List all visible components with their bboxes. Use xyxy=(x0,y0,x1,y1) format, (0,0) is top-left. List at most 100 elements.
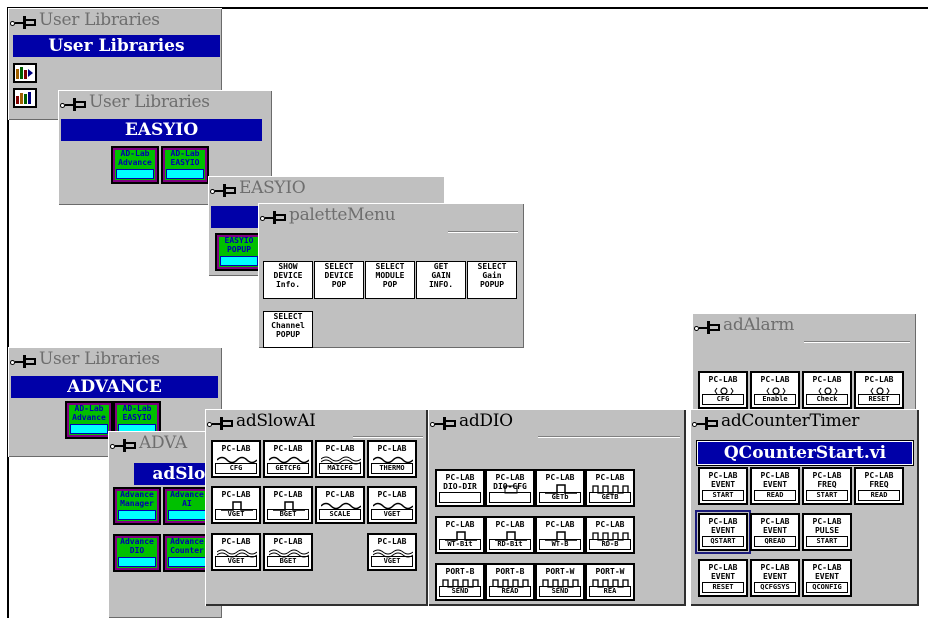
dio-button-6[interactable]: PC-LAB RD-Bit xyxy=(485,516,535,554)
dio-button-1[interactable]: PC-LAB DIO-DIR xyxy=(435,469,485,507)
slow-ai-button-10[interactable]: PC-LAB BGET xyxy=(263,533,313,571)
palette-menu-window[interactable]: paletteMenu SHOW DEVICE Info. SELECT DEV… xyxy=(258,203,524,348)
button-top-label: PC-LAB xyxy=(760,563,790,572)
button-sub-label: EVENT xyxy=(710,572,736,581)
title-bar[interactable]: paletteMenu xyxy=(258,203,524,229)
counter-timer-button-9[interactable]: PC-LAB EVENT QCFGSYS xyxy=(750,559,800,597)
pin-icon[interactable] xyxy=(61,96,87,111)
dio-button-9[interactable]: PORT-B SEND xyxy=(435,563,485,601)
title-bar[interactable]: User Libraries xyxy=(8,347,222,373)
button-bottom-label: START xyxy=(702,490,744,501)
counter-timer-button-1[interactable]: PC-LAB EVENT START xyxy=(698,467,748,505)
alarm-button-2[interactable]: PC-LAB Enable xyxy=(750,371,800,409)
slow-ai-button-11[interactable]: PC-LAB VGET xyxy=(367,533,417,571)
pin-icon[interactable] xyxy=(211,182,237,197)
library-books-icon-2[interactable] xyxy=(13,88,37,108)
pin-icon[interactable] xyxy=(261,209,287,224)
pin-icon[interactable] xyxy=(208,415,234,430)
title-bar[interactable]: User Libraries xyxy=(58,90,272,116)
button-top-label: PC-LAB xyxy=(377,537,407,546)
counter-timer-button-3[interactable]: PC-LAB FREQ START xyxy=(802,467,852,505)
advance-counter-button[interactable]: Advance Counter xyxy=(163,534,211,572)
advance-dio-button[interactable]: Advance DIO xyxy=(113,534,161,572)
get-gain-info-button[interactable]: GET GAIN INFO. xyxy=(416,261,466,299)
title-bar[interactable]: EASYIO xyxy=(208,176,444,202)
button-sub-label: EVENT xyxy=(762,526,788,535)
select-channel-popup-button[interactable]: SELECT Channel POPUP xyxy=(263,311,313,348)
title-bar[interactable]: adDIO xyxy=(428,409,686,435)
palette-header: EASYIO xyxy=(61,119,262,141)
easyio-popup-button[interactable]: EASYIO POPUP xyxy=(215,233,263,271)
counter-timer-button-7[interactable]: PC-LAB PULSE START xyxy=(802,513,852,551)
counter-timer-button-6[interactable]: PC-LAB EVENT QREAD xyxy=(750,513,800,551)
button-top-label: PC-LAB xyxy=(864,471,894,480)
ad-lab-advance-button[interactable]: AD-Lab Advance xyxy=(111,146,159,184)
button-sub-label: FREQ xyxy=(817,480,837,489)
button-bottom-label xyxy=(489,492,531,503)
ad-alarm-window[interactable]: adAlarm PC-LAB CFG PC-LAB Enable PC-LAB Check… xyxy=(692,313,916,415)
button-sub-label: EVENT xyxy=(762,480,788,489)
select-gain-popup-button[interactable]: SELECT Gain POPUP xyxy=(467,261,517,299)
slow-ai-button-4[interactable]: PC-LAB THERMO xyxy=(367,440,417,478)
title-bar[interactable]: adCounterTimer xyxy=(690,409,919,435)
ad-lab-easyio-button[interactable]: AD-Lab EASYIO xyxy=(161,146,209,184)
advance-ai-button[interactable]: Advance AI xyxy=(163,487,211,525)
show-device-info-button[interactable]: SHOW DEVICE Info. xyxy=(263,261,313,299)
dio-button-11[interactable]: PORT-W SEND xyxy=(535,563,585,601)
pin-icon[interactable] xyxy=(695,319,721,334)
counter-timer-button-5[interactable]: PC-LAB EVENT QSTART xyxy=(695,510,751,554)
slow-ai-button-6[interactable]: PC-LAB BGET xyxy=(263,486,313,524)
button-bottom-label: WT-B xyxy=(539,539,581,550)
button-bottom-label: REA xyxy=(589,586,631,597)
slow-ai-button-2[interactable]: PC-LAB GETCFG xyxy=(263,440,313,478)
button-top-label: PC-LAB xyxy=(273,490,303,499)
button-top-label: PORT-W xyxy=(595,567,625,576)
counter-timer-button-10[interactable]: PC-LAB EVENT QCONFIG xyxy=(802,559,852,597)
dio-button-10[interactable]: PORT-B READ xyxy=(485,563,535,601)
dio-button-3[interactable]: PC-LAB GETb xyxy=(535,469,585,507)
advance-manager-button[interactable]: Advance Manager xyxy=(113,487,161,525)
ad-lab-advance-button[interactable]: AD-Lab Advance xyxy=(65,401,113,439)
dio-button-2[interactable]: PC-LAB DIO-CFG xyxy=(485,469,535,507)
dio-button-4[interactable]: PC-LAB GETB xyxy=(585,469,635,507)
counter-timer-button-8[interactable]: PC-LAB EVENT RESET xyxy=(698,559,748,597)
select-device-pop-button[interactable]: SELECT DEVICE POP xyxy=(314,261,364,299)
pin-icon[interactable] xyxy=(11,14,37,29)
slow-ai-button-9[interactable]: PC-LAB VGET xyxy=(211,533,261,571)
pin-icon[interactable] xyxy=(11,353,37,368)
palette-header: User Libraries xyxy=(13,35,220,57)
ad-counter-timer-window[interactable]: adCounterTimer QCounterStart.vi PC-LAB EV… xyxy=(690,409,919,606)
window-title: User Libraries xyxy=(39,10,160,30)
alarm-button-1[interactable]: PC-LAB CFG xyxy=(698,371,748,409)
counter-timer-button-2[interactable]: PC-LAB EVENT READ xyxy=(750,467,800,505)
pin-icon[interactable] xyxy=(111,437,137,452)
slow-ai-button-7[interactable]: PC-LAB SCALE xyxy=(315,486,365,524)
window-title: paletteMenu xyxy=(289,205,396,225)
select-module-pop-button[interactable]: SELECT MODULE POP xyxy=(365,261,415,299)
dio-button-7[interactable]: PC-LAB WT-B xyxy=(535,516,585,554)
ad-slow-ai-window[interactable]: adSlowAI PC-LAB CFG PC-LAB GETCFG PC-LAB MAIC… xyxy=(205,409,428,606)
dio-button-12[interactable]: PORT-W REA xyxy=(585,563,635,601)
title-bar[interactable]: adSlowAI xyxy=(205,409,428,435)
dio-button-8[interactable]: PC-LAB RD-B xyxy=(585,516,635,554)
slow-ai-button-5[interactable]: PC-LAB VGET xyxy=(211,486,261,524)
button-top-label: PC-LAB xyxy=(325,490,355,499)
window-title: User Libraries xyxy=(89,92,210,112)
easyio-window-titlebar[interactable]: EASYIO xyxy=(208,176,444,206)
separator xyxy=(538,436,680,438)
alarm-button-3[interactable]: PC-LAB Check xyxy=(802,371,852,409)
slow-ai-button-3[interactable]: PC-LAB MAICFG xyxy=(315,440,365,478)
button-top-label: PC-LAB xyxy=(812,375,842,384)
title-bar[interactable]: User Libraries xyxy=(8,8,222,34)
library-books-icon[interactable] xyxy=(13,63,37,83)
slow-ai-button-1[interactable]: PC-LAB CFG xyxy=(211,440,261,478)
dio-button-5[interactable]: PC-LAB WT-Bit xyxy=(435,516,485,554)
window-title: ADVA xyxy=(139,433,187,453)
alarm-button-4[interactable]: PC-LAB RESET xyxy=(854,371,904,409)
title-bar[interactable]: adAlarm xyxy=(692,313,916,339)
ad-dio-window[interactable]: adDIO PC-LAB DIO-DIR PC-LAB DIO-CFG PC-LAB GE… xyxy=(428,409,686,606)
pin-icon[interactable] xyxy=(693,415,719,430)
pin-icon[interactable] xyxy=(431,415,457,430)
slow-ai-button-8[interactable]: PC-LAB VGET xyxy=(367,486,417,524)
counter-timer-button-4[interactable]: PC-LAB FREQ READ xyxy=(854,467,904,505)
